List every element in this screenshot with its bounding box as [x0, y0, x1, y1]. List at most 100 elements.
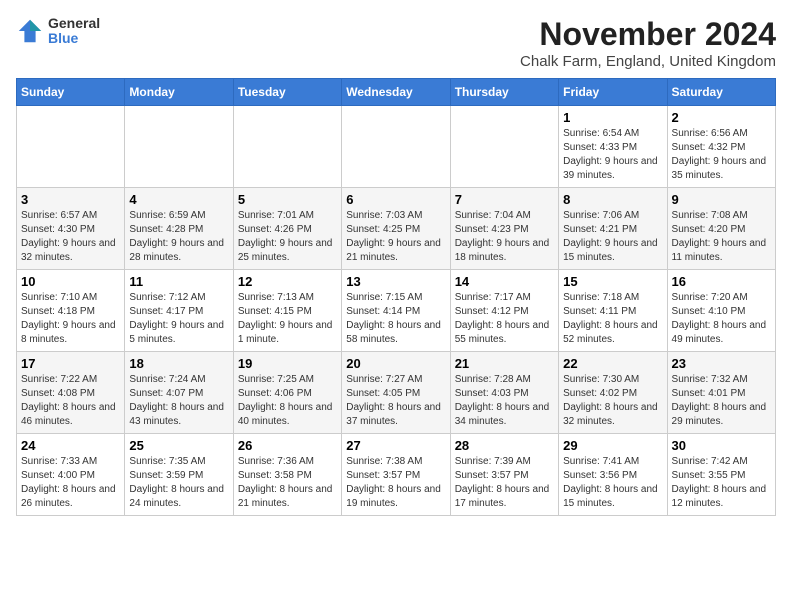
calendar-cell: 10Sunrise: 7:10 AM Sunset: 4:18 PM Dayli…	[17, 270, 125, 352]
title-area: November 2024 Chalk Farm, England, Unite…	[520, 16, 776, 70]
calendar-cell: 8Sunrise: 7:06 AM Sunset: 4:21 PM Daylig…	[559, 188, 667, 270]
day-number: 1	[563, 110, 662, 125]
day-info: Sunrise: 7:24 AM Sunset: 4:07 PM Dayligh…	[129, 373, 228, 429]
day-header-sunday: Sunday	[17, 79, 125, 106]
calendar-cell: 9Sunrise: 7:08 AM Sunset: 4:20 PM Daylig…	[667, 188, 775, 270]
day-number: 30	[672, 438, 771, 453]
calendar-week-4: 17 Sunrise: 7:22 AM Sunset: 4:08 PM Dayli…	[17, 352, 776, 434]
day-number: 8	[563, 192, 662, 207]
calendar-cell: 18 Sunrise: 7:24 AM Sunset: 4:07 PM Dayli…	[125, 352, 233, 434]
day-number: 14	[455, 274, 554, 289]
location-subtitle: Chalk Farm, England, United Kingdom	[520, 53, 776, 70]
calendar-cell: 24Sunrise: 7:33 AM Sunset: 4:00 PM Dayli…	[17, 434, 125, 516]
day-number: 24	[21, 438, 120, 453]
day-number: 28	[455, 438, 554, 453]
calendar-cell: 30Sunrise: 7:42 AM Sunset: 3:55 PM Dayli…	[667, 434, 775, 516]
calendar-cell: 23 Sunrise: 7:32 AM Sunset: 4:01 PM Dayli…	[667, 352, 775, 434]
calendar-cell: 21Sunrise: 7:28 AM Sunset: 4:03 PM Dayli…	[450, 352, 558, 434]
calendar-cell: 28 Sunrise: 7:39 AM Sunset: 3:57 PM Dayli…	[450, 434, 558, 516]
day-info: Sunrise: 7:25 AM Sunset: 4:06 PM Dayligh…	[238, 373, 337, 429]
calendar-cell: 11 Sunrise: 7:12 AM Sunset: 4:17 PM Dayli…	[125, 270, 233, 352]
day-info: Sunrise: 7:20 AM Sunset: 4:10 PM Dayligh…	[672, 291, 771, 347]
calendar-cell: 27 Sunrise: 7:38 AM Sunset: 3:57 PM Dayli…	[342, 434, 450, 516]
calendar-cell: 17 Sunrise: 7:22 AM Sunset: 4:08 PM Dayli…	[17, 352, 125, 434]
calendar-cell: 4 Sunrise: 6:59 AM Sunset: 4:28 PM Daylig…	[125, 188, 233, 270]
day-info: Sunrise: 7:18 AM Sunset: 4:11 PM Dayligh…	[563, 291, 662, 347]
day-header-monday: Monday	[125, 79, 233, 106]
calendar-cell: 16Sunrise: 7:20 AM Sunset: 4:10 PM Dayli…	[667, 270, 775, 352]
day-info: Sunrise: 7:22 AM Sunset: 4:08 PM Dayligh…	[21, 373, 120, 429]
day-number: 7	[455, 192, 554, 207]
calendar-cell: 12 Sunrise: 7:13 AM Sunset: 4:15 PM Dayli…	[233, 270, 341, 352]
day-header-tuesday: Tuesday	[233, 79, 341, 106]
calendar-week-2: 3 Sunrise: 6:57 AM Sunset: 4:30 PM Daylig…	[17, 188, 776, 270]
day-info: Sunrise: 7:27 AM Sunset: 4:05 PM Dayligh…	[346, 373, 445, 429]
calendar-cell: 13Sunrise: 7:15 AM Sunset: 4:14 PM Dayli…	[342, 270, 450, 352]
calendar-cell: 3 Sunrise: 6:57 AM Sunset: 4:30 PM Daylig…	[17, 188, 125, 270]
calendar-cell	[125, 106, 233, 188]
calendar-cell: 15 Sunrise: 7:18 AM Sunset: 4:11 PM Dayli…	[559, 270, 667, 352]
calendar-cell: 6 Sunrise: 7:03 AM Sunset: 4:25 PM Daylig…	[342, 188, 450, 270]
day-number: 27	[346, 438, 445, 453]
day-number: 4	[129, 192, 228, 207]
calendar-cell: 22 Sunrise: 7:30 AM Sunset: 4:02 PM Dayli…	[559, 352, 667, 434]
calendar-cell: 29 Sunrise: 7:41 AM Sunset: 3:56 PM Dayli…	[559, 434, 667, 516]
day-info: Sunrise: 7:01 AM Sunset: 4:26 PM Dayligh…	[238, 209, 337, 265]
calendar-cell: 1 Sunrise: 6:54 AM Sunset: 4:33 PM Daylig…	[559, 106, 667, 188]
day-info: Sunrise: 6:59 AM Sunset: 4:28 PM Dayligh…	[129, 209, 228, 265]
day-header-thursday: Thursday	[450, 79, 558, 106]
day-number: 21	[455, 356, 554, 371]
calendar-cell: 2 Sunrise: 6:56 AM Sunset: 4:32 PM Daylig…	[667, 106, 775, 188]
calendar-week-3: 10Sunrise: 7:10 AM Sunset: 4:18 PM Dayli…	[17, 270, 776, 352]
day-number: 2	[672, 110, 771, 125]
day-number: 17	[21, 356, 120, 371]
day-number: 29	[563, 438, 662, 453]
calendar-header-row: SundayMondayTuesdayWednesdayThursdayFrid…	[17, 79, 776, 106]
calendar-cell	[450, 106, 558, 188]
day-number: 6	[346, 192, 445, 207]
day-number: 18	[129, 356, 228, 371]
day-info: Sunrise: 6:57 AM Sunset: 4:30 PM Dayligh…	[21, 209, 120, 265]
day-info: Sunrise: 7:38 AM Sunset: 3:57 PM Dayligh…	[346, 455, 445, 511]
day-number: 25	[129, 438, 228, 453]
calendar-cell: 7Sunrise: 7:04 AM Sunset: 4:23 PM Daylig…	[450, 188, 558, 270]
logo-icon	[16, 17, 44, 45]
calendar-cell: 20 Sunrise: 7:27 AM Sunset: 4:05 PM Dayli…	[342, 352, 450, 434]
day-number: 22	[563, 356, 662, 371]
day-info: Sunrise: 7:13 AM Sunset: 4:15 PM Dayligh…	[238, 291, 337, 347]
day-header-friday: Friday	[559, 79, 667, 106]
day-number: 15	[563, 274, 662, 289]
day-number: 9	[672, 192, 771, 207]
calendar-cell: 14Sunrise: 7:17 AM Sunset: 4:12 PM Dayli…	[450, 270, 558, 352]
logo: General Blue	[16, 16, 100, 47]
day-number: 19	[238, 356, 337, 371]
day-number: 26	[238, 438, 337, 453]
calendar-table: SundayMondayTuesdayWednesdayThursdayFrid…	[16, 78, 776, 516]
day-info: Sunrise: 7:32 AM Sunset: 4:01 PM Dayligh…	[672, 373, 771, 429]
calendar-week-1: 1 Sunrise: 6:54 AM Sunset: 4:33 PM Daylig…	[17, 106, 776, 188]
day-info: Sunrise: 7:41 AM Sunset: 3:56 PM Dayligh…	[563, 455, 662, 511]
day-number: 3	[21, 192, 120, 207]
calendar-cell: 25 Sunrise: 7:35 AM Sunset: 3:59 PM Dayli…	[125, 434, 233, 516]
day-number: 23	[672, 356, 771, 371]
day-number: 10	[21, 274, 120, 289]
day-info: Sunrise: 6:56 AM Sunset: 4:32 PM Dayligh…	[672, 127, 771, 183]
day-info: Sunrise: 7:30 AM Sunset: 4:02 PM Dayligh…	[563, 373, 662, 429]
day-info: Sunrise: 6:54 AM Sunset: 4:33 PM Dayligh…	[563, 127, 662, 183]
day-info: Sunrise: 7:39 AM Sunset: 3:57 PM Dayligh…	[455, 455, 554, 511]
logo-blue-text: Blue	[48, 31, 100, 46]
calendar-cell: 5Sunrise: 7:01 AM Sunset: 4:26 PM Daylig…	[233, 188, 341, 270]
day-info: Sunrise: 7:03 AM Sunset: 4:25 PM Dayligh…	[346, 209, 445, 265]
day-info: Sunrise: 7:35 AM Sunset: 3:59 PM Dayligh…	[129, 455, 228, 511]
day-info: Sunrise: 7:12 AM Sunset: 4:17 PM Dayligh…	[129, 291, 228, 347]
calendar-cell	[17, 106, 125, 188]
day-number: 12	[238, 274, 337, 289]
calendar-cell: 26 Sunrise: 7:36 AM Sunset: 3:58 PM Dayli…	[233, 434, 341, 516]
day-header-saturday: Saturday	[667, 79, 775, 106]
day-info: Sunrise: 7:36 AM Sunset: 3:58 PM Dayligh…	[238, 455, 337, 511]
logo-general-text: General	[48, 16, 100, 31]
page-header: General Blue November 2024 Chalk Farm, E…	[16, 16, 776, 70]
day-header-wednesday: Wednesday	[342, 79, 450, 106]
day-number: 11	[129, 274, 228, 289]
day-number: 20	[346, 356, 445, 371]
